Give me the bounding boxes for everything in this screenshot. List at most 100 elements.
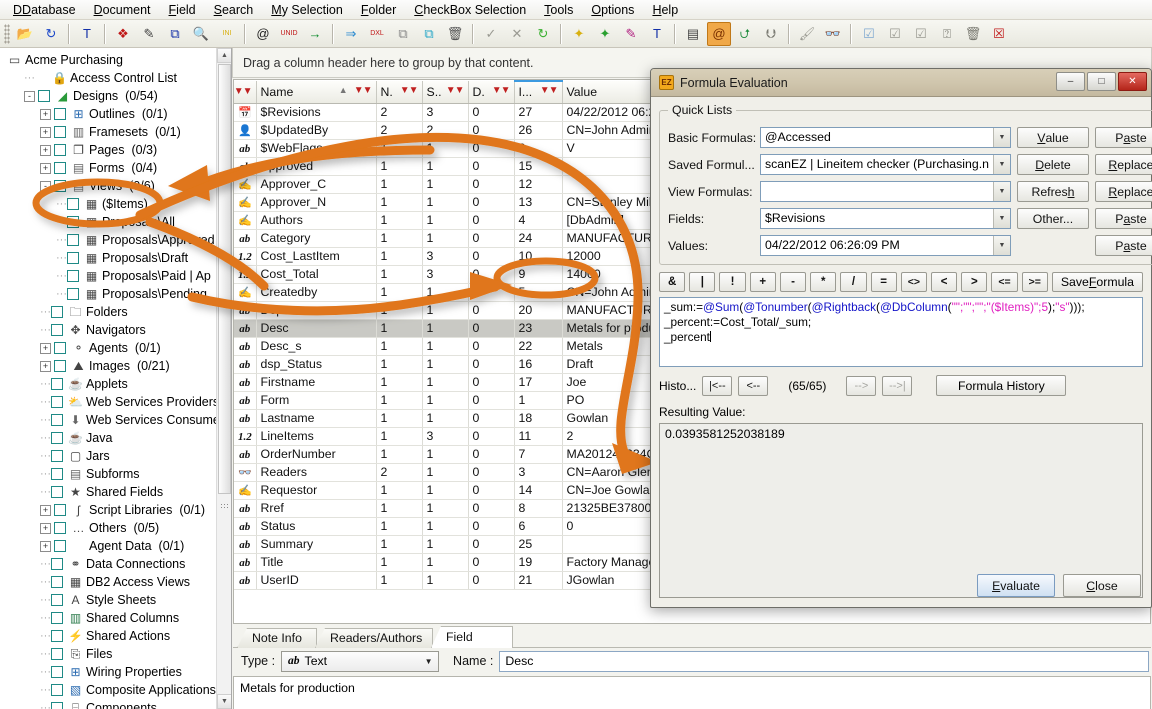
evaluate-button[interactable]: Evaluate — [977, 574, 1055, 597]
operator-button-[interactable]: - — [779, 272, 807, 292]
dialog-title-bar[interactable]: EZ Formula Evaluation – □ ✕ — [651, 69, 1151, 97]
formula-evaluation-icon[interactable]: @ — [707, 21, 731, 46]
column-header-d[interactable]: D. ▼▼ — [468, 81, 515, 104]
select-values[interactable]: 04/22/2012 06:26:09 PM ▼ — [760, 235, 1011, 256]
tree-checkbox[interactable] — [38, 90, 50, 102]
filter-icon-d[interactable]: ▼▼ — [492, 85, 511, 96]
tree-node-files[interactable]: ··· ⎘ Files — [2, 645, 231, 663]
operator-button-[interactable]: ! — [719, 272, 746, 292]
tree-node-shared-actions[interactable]: ··· ⚡ Shared Actions — [2, 627, 231, 645]
edit-note-icon[interactable]: ✎ — [137, 22, 161, 46]
tree-checkbox[interactable] — [51, 594, 63, 606]
operator-button-[interactable]: | — [689, 272, 716, 292]
formula-evaluation-dialog[interactable]: EZ Formula Evaluation – □ ✕ Quick Lists … — [650, 68, 1152, 608]
tree-checkbox[interactable] — [67, 198, 79, 210]
minimize-button[interactable]: – — [1056, 72, 1085, 91]
tree-expander[interactable]: - — [40, 180, 51, 192]
import-dxl-icon[interactable]: ⇒ — [339, 22, 363, 46]
tree-checkbox[interactable] — [67, 288, 79, 300]
tree-node-folders[interactable]: ··· 🗀 Folders — [2, 303, 231, 321]
tab-readers-authors[interactable]: Readers/Authors — [315, 628, 433, 648]
tree-node-items[interactable]: ··· ▦ ($Items) — [2, 195, 231, 213]
tree-checkbox[interactable] — [67, 234, 79, 246]
clean-icon[interactable]: 🖌 — [795, 22, 819, 46]
tree-node-components[interactable]: ··· ⌸ Components — [2, 699, 231, 709]
tree-expander[interactable]: + — [40, 504, 51, 516]
operator-button-[interactable]: < — [930, 272, 958, 292]
copy-note-icon[interactable]: ⧉ — [391, 22, 415, 46]
tree-node-proposals-draft[interactable]: ··· ▦ Proposals\Draft — [2, 249, 231, 267]
select-all-icon[interactable]: ✓ — [479, 22, 503, 46]
menu-item-help[interactable]: Help — [643, 1, 687, 19]
scroll-down-button[interactable]: ▼ — [217, 694, 231, 709]
menu-item-options[interactable]: Options — [582, 1, 643, 19]
tree-expander[interactable]: + — [40, 360, 51, 372]
delete-check-icon[interactable]: 🗑 — [961, 22, 985, 46]
reload-selection-icon[interactable]: ↻ — [531, 22, 555, 46]
column-header-i[interactable]: I... ▼▼ — [514, 80, 563, 104]
tree-node-db2-access-views[interactable]: ··· ▦ DB2 Access Views — [2, 573, 231, 591]
menu-item-my-selection[interactable]: My Selection — [262, 1, 352, 19]
readers-authors-icon[interactable]: 👓 — [821, 22, 845, 46]
tree-node-root[interactable]: ▭ Acme Purchasing — [2, 51, 231, 69]
text-field-icon[interactable]: T — [645, 22, 669, 46]
operator-button-[interactable]: * — [810, 272, 837, 292]
operator-button-[interactable]: & — [659, 272, 686, 292]
tree-checkbox[interactable] — [51, 576, 63, 588]
tree-node-views[interactable]: - ▤ Views (0/6) — [2, 177, 231, 195]
maximize-button[interactable]: □ — [1087, 72, 1116, 91]
button-delete-1[interactable]: Delete — [1016, 154, 1089, 175]
column-header-name[interactable]: Name ▼▼ ▲ — [256, 81, 377, 104]
find-by-unid-icon[interactable]: UNID — [277, 22, 301, 46]
open-database-icon[interactable]: 📂 — [13, 22, 37, 46]
tree-node-style-sheets[interactable]: ··· A Style Sheets — [2, 591, 231, 609]
tree-checkbox[interactable] — [54, 342, 66, 354]
tree-node-agent-data[interactable]: + Agent Data (0/1) — [2, 537, 231, 555]
check-doc-icon[interactable]: ☑ — [857, 22, 881, 46]
tree-node-navigators[interactable]: ··· ✥ Navigators — [2, 321, 231, 339]
menu-item-checkbox-selection[interactable]: CheckBox Selection — [405, 1, 535, 19]
field-export-icon[interactable]: ⮍ — [733, 22, 757, 46]
delete-note-icon[interactable]: 🗑 — [443, 22, 467, 46]
tree-node-forms[interactable]: + ▤ Forms (0/4) — [2, 159, 231, 177]
new-item-icon[interactable]: ✦ — [593, 22, 617, 46]
button-paste-3[interactable]: Pa ste — [1094, 208, 1152, 229]
tree-node-subforms[interactable]: ··· ▤ Subforms — [2, 465, 231, 483]
filter-icon-s[interactable]: ▼▼ — [446, 85, 465, 96]
find-by-at-icon[interactable]: @ — [251, 22, 275, 46]
select-basic-formulas[interactable]: @Accessed ▼ — [760, 127, 1011, 148]
tree-checkbox[interactable] — [51, 468, 63, 480]
operator-button-[interactable]: + — [749, 272, 776, 292]
scroll-up-button[interactable]: ▲ — [217, 48, 231, 63]
tree-expander[interactable]: - — [24, 90, 35, 102]
tree-checkbox[interactable] — [51, 612, 63, 624]
button-paste-0[interactable]: Pa ste — [1094, 127, 1152, 148]
column-header-icon[interactable]: ▼▼ — [234, 81, 257, 104]
tree-expander[interactable]: + — [40, 162, 51, 174]
tree-checkbox[interactable] — [51, 648, 63, 660]
tree-checkbox[interactable] — [67, 216, 79, 228]
menu-item-document[interactable]: Document — [85, 1, 160, 19]
help-check-icon[interactable]: ⍰ — [935, 22, 959, 46]
operator-button-[interactable]: / — [840, 272, 867, 292]
column-header-n[interactable]: N. ▼▼ — [376, 81, 423, 104]
tree-checkbox[interactable] — [51, 558, 63, 570]
button-paste-4[interactable]: Pa ste — [1094, 235, 1152, 256]
export-note-icon[interactable]: → — [303, 22, 327, 46]
tree-expander[interactable]: + — [40, 126, 51, 138]
field-type-select[interactable]: ab Text ▼ — [281, 650, 440, 672]
tree-checkbox[interactable] — [51, 396, 63, 408]
toolbar-grip[interactable] — [4, 23, 10, 44]
tree-node-framesets[interactable]: + ▥ Framesets (0/1) — [2, 123, 231, 141]
field-import-icon[interactable]: ⮋ — [759, 22, 783, 46]
tree-checkbox[interactable] — [51, 324, 63, 336]
tree-node-composite-applications[interactable]: ··· ▧ Composite Applications — [2, 681, 231, 699]
search-note-icon[interactable]: 🔍 — [189, 22, 213, 46]
tree-node-data-connections[interactable]: ··· ⚭ Data Connections — [2, 555, 231, 573]
tree-node-designs[interactable]: - ◢ Designs (0/54) — [2, 87, 231, 105]
chevron-down-icon[interactable]: ▼ — [992, 209, 1010, 228]
tree-checkbox[interactable] — [51, 630, 63, 642]
chevron-down-icon[interactable]: ▼ — [421, 657, 436, 666]
select-fields[interactable]: $Revisions ▼ — [760, 208, 1011, 229]
field-value-textarea[interactable]: Metals for production — [233, 676, 1151, 709]
